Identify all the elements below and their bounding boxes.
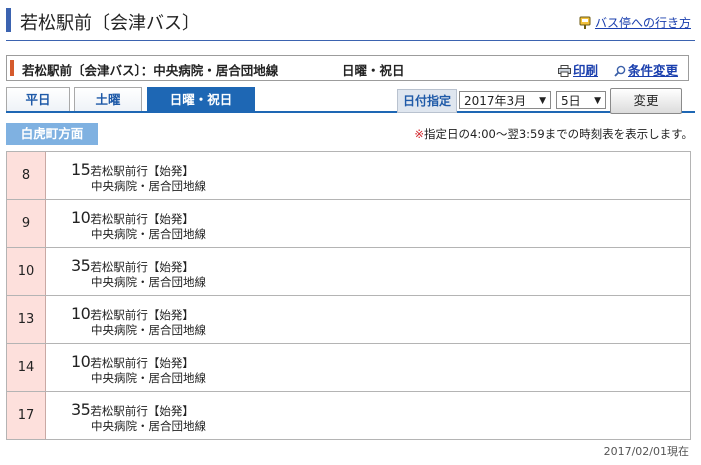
tab-underline (6, 111, 695, 113)
departure-line: 中央病院・居合団地線 (91, 179, 206, 193)
timetable-note: ※指定日の4:00〜翌3:59までの時刻表を表示します。 (414, 126, 693, 142)
departure-entry[interactable]: 10若松駅前行【始発】 中央病院・居合団地線 (71, 352, 206, 385)
table-row: 10 35若松駅前行【始発】 中央病院・居合団地線 (7, 248, 690, 296)
departure-minute: 15 (71, 160, 91, 179)
route-info-box: 若松駅前〔会津バス〕：中央病院・居合団地線 日曜・祝日 印刷 条件変更 (6, 55, 689, 81)
hour-cell: 10 (7, 248, 46, 295)
hour-cell: 14 (7, 344, 46, 391)
bus-stop-icon (579, 16, 591, 29)
day-select-value: 5日 (561, 94, 581, 108)
change-conditions-label[interactable]: 条件変更 (628, 63, 678, 78)
departure-destination: 若松駅前行【始発】 (90, 356, 194, 370)
page-title: 若松駅前〔会津バス〕 (20, 13, 200, 34)
hour-cell: 8 (7, 152, 46, 199)
day-select[interactable]: 5日 ▼ (556, 91, 606, 109)
departure-destination: 若松駅前行【始発】 (90, 308, 194, 322)
as-of-date: 2017/02/01現在 (603, 445, 689, 458)
route-accent-bar (10, 60, 14, 76)
day-type: 日曜・祝日 (342, 63, 405, 78)
table-row: 8 15若松駅前行【始発】 中央病院・居合団地線 (7, 152, 690, 200)
chevron-down-icon: ▼ (594, 96, 601, 106)
departure-entry[interactable]: 35若松駅前行【始発】 中央病院・居合団地線 (71, 256, 206, 289)
note-mark: ※ (414, 127, 424, 141)
month-select-value: 2017年3月 (464, 94, 527, 108)
departure-minute: 10 (71, 352, 91, 371)
departure-entry[interactable]: 10若松駅前行【始発】 中央病院・居合団地線 (71, 304, 206, 337)
change-conditions-link[interactable]: 条件変更 (614, 60, 678, 79)
direction-label: 白虎町方面 (6, 123, 98, 145)
chevron-down-icon: ▼ (539, 96, 546, 106)
hour-cell: 9 (7, 200, 46, 247)
departure-destination: 若松駅前行【始発】 (90, 404, 194, 418)
tab-saturday[interactable]: 土曜 (74, 87, 142, 112)
hour-cell: 13 (7, 296, 46, 343)
departure-entry[interactable]: 15若松駅前行【始発】 中央病院・居合団地線 (71, 160, 206, 193)
departure-minute: 35 (71, 400, 91, 419)
hour-cell: 17 (7, 392, 46, 439)
date-select-label: 日付指定 (397, 89, 457, 113)
route-name: 若松駅前〔会津バス〕：中央病院・居合団地線 (22, 63, 279, 78)
title-accent-bar (6, 8, 11, 32)
table-row: 9 10若松駅前行【始発】 中央病院・居合団地線 (7, 200, 690, 248)
departure-line: 中央病院・居合団地線 (91, 419, 206, 433)
print-link[interactable]: 印刷 (558, 60, 598, 79)
departure-entry[interactable]: 10若松駅前行【始発】 中央病院・居合団地線 (71, 208, 206, 241)
change-button[interactable]: 変更 (610, 88, 682, 114)
table-row: 14 10若松駅前行【始発】 中央病院・居合団地線 (7, 344, 690, 392)
print-label[interactable]: 印刷 (573, 63, 598, 78)
bus-stop-link-label[interactable]: バス停への行き方 (595, 16, 691, 30)
note-text: 指定日の4:00〜翌3:59までの時刻表を表示します。 (424, 127, 693, 141)
departure-destination: 若松駅前行【始発】 (90, 212, 194, 226)
magnifier-icon (614, 65, 626, 77)
departure-line: 中央病院・居合団地線 (91, 275, 206, 289)
departure-destination: 若松駅前行【始発】 (90, 260, 194, 274)
tab-weekday[interactable]: 平日 (6, 87, 70, 112)
departure-minute: 35 (71, 256, 91, 275)
departure-line: 中央病院・居合団地線 (91, 323, 206, 337)
tab-sunday-holiday[interactable]: 日曜・祝日 (147, 87, 255, 112)
bus-stop-directions-link[interactable]: バス停への行き方 (579, 14, 691, 31)
printer-icon (558, 65, 571, 77)
departure-entry[interactable]: 35若松駅前行【始発】 中央病院・居合団地線 (71, 400, 206, 433)
departure-minute: 10 (71, 304, 91, 323)
departure-line: 中央病院・居合団地線 (91, 227, 206, 241)
departure-minute: 10 (71, 208, 91, 227)
title-underline (6, 40, 695, 41)
table-row: 13 10若松駅前行【始発】 中央病院・居合団地線 (7, 296, 690, 344)
departure-destination: 若松駅前行【始発】 (90, 164, 194, 178)
month-select[interactable]: 2017年3月 ▼ (459, 91, 551, 109)
table-row: 17 35若松駅前行【始発】 中央病院・居合団地線 (7, 392, 690, 440)
departure-line: 中央病院・居合団地線 (91, 371, 206, 385)
timetable: 8 15若松駅前行【始発】 中央病院・居合団地線 9 10若松駅前行【始発】 中… (6, 151, 691, 440)
page-header: 若松駅前〔会津バス〕 バス停への行き方 (6, 4, 695, 41)
